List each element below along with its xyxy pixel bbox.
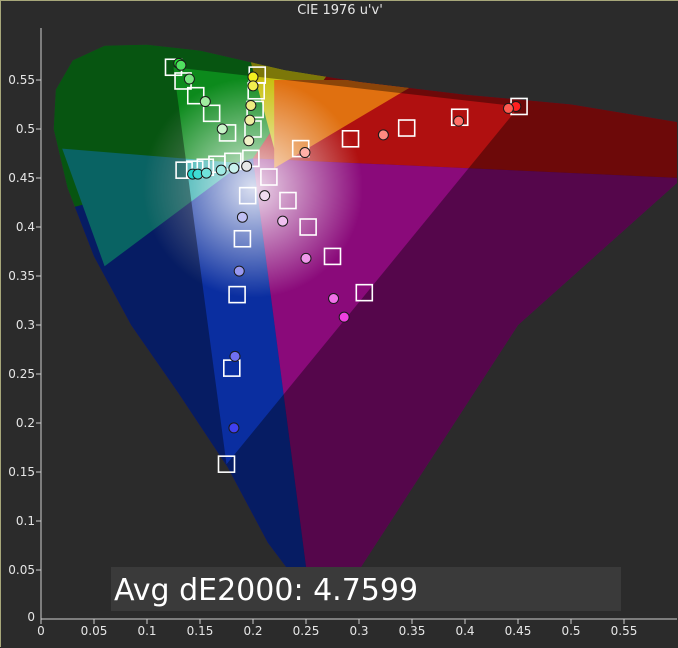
measured-point [200, 167, 212, 179]
measured-point [183, 73, 195, 85]
y-tick-label: 0.15 [8, 465, 35, 479]
chart-window: CIE 1976 u'v' 0 0.05 0.1 0.15 0.2 0.25 0.3 0.35… [0, 0, 678, 647]
x-tick-label: 0.15 [187, 624, 214, 638]
x-tick-label: 0.35 [399, 624, 426, 638]
y-tick-label: 0.05 [8, 563, 35, 577]
measured-point [228, 422, 240, 434]
measured-point [216, 123, 228, 135]
measured-point [243, 135, 255, 147]
y-tick-label-zero: 0 [27, 610, 35, 624]
measured-point [175, 59, 187, 71]
measured-point [300, 252, 312, 264]
x-tick-label: 0.1 [137, 624, 156, 638]
measured-point [338, 311, 350, 323]
measured-point [502, 102, 514, 114]
measured-point [377, 129, 389, 141]
y-tick-label: 0.4 [16, 220, 35, 234]
y-tick-label: 0.2 [16, 416, 35, 430]
measured-point [244, 114, 256, 126]
measured-point [229, 350, 241, 362]
measured-point [247, 80, 259, 92]
measured-point [228, 162, 240, 174]
x-tick-label: 0.3 [349, 624, 368, 638]
measured-point [215, 164, 227, 176]
cie-uv-plot: 0 0.05 0.1 0.15 0.2 0.25 0.3 0.35 0.4 0.45 0.5 0.55… [8, 28, 677, 638]
y-tick-label: 0.55 [8, 73, 35, 87]
x-tick-label: 0.55 [611, 624, 638, 638]
measured-point [236, 211, 248, 223]
x-tick-label: 0.5 [561, 624, 580, 638]
y-tick-label: 0.25 [8, 367, 35, 381]
x-tick-label: 0.2 [243, 624, 262, 638]
measured-point [453, 115, 465, 127]
y-tick-label: 0.35 [8, 269, 35, 283]
x-tick-label: 0.05 [81, 624, 108, 638]
y-tick-label: 0.45 [8, 171, 35, 185]
measured-point [233, 265, 245, 277]
y-tick-label: 0.1 [16, 514, 35, 528]
measured-point [299, 147, 311, 159]
measured-point [259, 190, 271, 202]
measured-point [277, 215, 289, 227]
x-tick-label: 0.45 [505, 624, 532, 638]
measured-point [241, 160, 253, 172]
y-tick-label: 0.5 [16, 122, 35, 136]
avg-de-label: Avg dE2000: 4.7599 [114, 573, 418, 608]
x-tick-label: 0 [37, 624, 45, 638]
measured-point [199, 96, 211, 108]
x-tick-label: 0.4 [455, 624, 474, 638]
measured-point [328, 293, 340, 305]
measured-point [245, 99, 257, 111]
y-tick-label: 0.3 [16, 318, 35, 332]
x-tick-label: 0.25 [293, 624, 320, 638]
